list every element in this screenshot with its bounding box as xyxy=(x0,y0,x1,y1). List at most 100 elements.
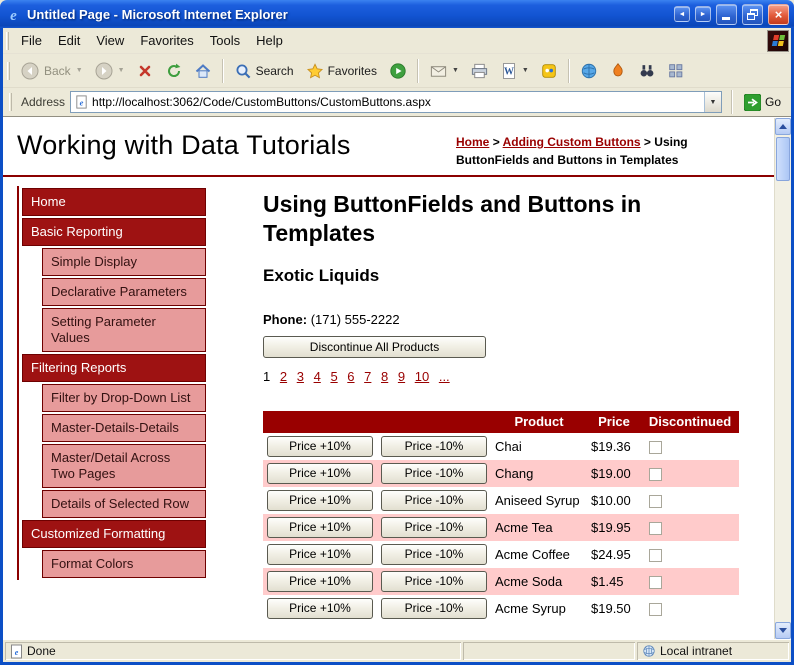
price-decrease-button[interactable]: Price -10% xyxy=(381,516,487,538)
address-dropdown-button[interactable]: ▼ xyxy=(703,92,721,112)
breadcrumb-link-section[interactable]: Adding Custom Buttons xyxy=(503,135,641,149)
price-increase-button[interactable]: Price +10% xyxy=(267,543,373,565)
table-row: Price +10% Price -10% Acme Tea $19.95 xyxy=(263,513,739,541)
toolbar-grip[interactable] xyxy=(9,93,12,111)
stop-button[interactable] xyxy=(131,59,159,83)
price-decrease-button[interactable]: Price -10% xyxy=(381,462,487,484)
menu-file[interactable]: File xyxy=(13,29,50,52)
titlebar-nav-forward-button[interactable]: ► xyxy=(695,6,711,22)
scrollbar-track[interactable] xyxy=(775,135,791,622)
research-button[interactable] xyxy=(604,59,632,83)
close-button[interactable]: × xyxy=(768,3,789,25)
pager-link[interactable]: 6 xyxy=(347,369,354,384)
price-increase-button[interactable]: Price +10% xyxy=(267,597,373,619)
pager-link[interactable]: 3 xyxy=(297,369,304,384)
minimize-button[interactable] xyxy=(716,3,737,25)
find-button[interactable] xyxy=(633,59,661,83)
breadcrumb-link-home[interactable]: Home xyxy=(456,135,489,149)
phone-value: (171) 555-2222 xyxy=(310,311,400,327)
sidebar-item-declarative-parameters[interactable]: Declarative Parameters xyxy=(42,278,206,306)
discontinued-checkbox[interactable] xyxy=(649,575,662,589)
pager-link[interactable]: 4 xyxy=(314,369,321,384)
price-increase-button[interactable]: Price +10% xyxy=(267,516,373,538)
print-button[interactable] xyxy=(465,59,494,83)
menu-tools[interactable]: Tools xyxy=(202,29,248,52)
pager-link[interactable]: 7 xyxy=(364,369,371,384)
address-input[interactable] xyxy=(89,93,704,111)
sidebar-item-simple-display[interactable]: Simple Display xyxy=(42,248,206,276)
menu-edit[interactable]: Edit xyxy=(50,29,88,52)
up-arrow-icon xyxy=(779,124,787,129)
pager-link[interactable]: 9 xyxy=(398,369,405,384)
discontinued-checkbox[interactable] xyxy=(649,602,662,616)
discontinued-checkbox[interactable] xyxy=(649,521,662,535)
product-cell: Acme Coffee xyxy=(495,546,570,562)
flame-icon xyxy=(613,62,623,76)
back-button[interactable]: Back ▼ xyxy=(15,58,88,84)
discontinued-checkbox[interactable] xyxy=(649,440,662,454)
intranet-zone-icon xyxy=(643,645,655,657)
price-increase-button[interactable]: Price +10% xyxy=(267,489,373,511)
price-cell: $19.95 xyxy=(591,519,631,535)
pager-link[interactable]: 5 xyxy=(330,369,337,384)
price-cell: $24.95 xyxy=(591,546,631,562)
pager-link[interactable]: 8 xyxy=(381,369,388,384)
pager-link[interactable]: 10 xyxy=(415,369,429,384)
sidebar-item-filter-by-dropdown-list[interactable]: Filter by Drop-Down List xyxy=(42,384,206,412)
price-decrease-button[interactable]: Price -10% xyxy=(381,435,487,457)
toolbar-separator xyxy=(416,58,419,83)
home-button[interactable] xyxy=(189,59,217,83)
discontinued-checkbox[interactable] xyxy=(649,467,662,481)
page-favicon: e xyxy=(76,95,87,109)
scroll-up-button[interactable] xyxy=(775,118,791,135)
media-button[interactable] xyxy=(384,59,412,83)
sidebar-item-home[interactable]: Home xyxy=(22,188,206,216)
vertical-scrollbar[interactable] xyxy=(774,118,791,639)
scroll-down-button[interactable] xyxy=(775,622,791,639)
toolbar-grip[interactable] xyxy=(7,61,10,80)
discontinue-all-button[interactable]: Discontinue All Products xyxy=(263,335,486,358)
refresh-button[interactable] xyxy=(160,59,188,83)
quick-links-button[interactable] xyxy=(662,59,690,83)
favorites-button[interactable]: Favorites xyxy=(301,59,383,83)
browser-viewport: Working with Data Tutorials Home > Addin… xyxy=(3,117,791,639)
sidebar-item-details-of-selected-row[interactable]: Details of Selected Row xyxy=(42,490,206,518)
titlebar-nav-back-button[interactable]: ◄ xyxy=(674,6,690,22)
price-cell: $19.50 xyxy=(591,600,631,616)
discontinued-checkbox[interactable] xyxy=(649,548,662,562)
go-button[interactable]: Go xyxy=(742,93,786,111)
menu-favorites[interactable]: Favorites xyxy=(132,29,201,52)
restore-button[interactable] xyxy=(742,3,763,25)
svg-text:W: W xyxy=(504,66,514,77)
pager-link[interactable]: 2 xyxy=(280,369,287,384)
discuss-button[interactable] xyxy=(575,59,603,83)
sidebar-item-master-detail-across-two-pages[interactable]: Master/Detail Across Two Pages xyxy=(42,444,206,488)
forward-button[interactable]: ▼ xyxy=(89,58,130,84)
edit-button[interactable]: W ▼ xyxy=(495,59,534,83)
price-decrease-button[interactable]: Price -10% xyxy=(381,489,487,511)
menu-help[interactable]: Help xyxy=(248,29,291,52)
price-decrease-button[interactable]: Price -10% xyxy=(381,570,487,592)
messenger-button[interactable] xyxy=(535,59,563,83)
price-decrease-button[interactable]: Price -10% xyxy=(381,597,487,619)
binoculars-icon xyxy=(640,64,654,76)
price-increase-button[interactable]: Price +10% xyxy=(267,435,373,457)
grid-header-empty xyxy=(377,410,491,433)
search-button[interactable]: Search xyxy=(229,59,300,83)
sidebar-item-setting-parameter-values[interactable]: Setting Parameter Values xyxy=(42,308,206,352)
price-increase-button[interactable]: Price +10% xyxy=(267,462,373,484)
pager-ellipsis-link[interactable]: ... xyxy=(439,369,450,384)
product-cell: Chai xyxy=(495,438,522,454)
sidebar-item-master-details-details[interactable]: Master-Details-Details xyxy=(42,414,206,442)
discontinued-checkbox[interactable] xyxy=(649,494,662,508)
price-increase-button[interactable]: Price +10% xyxy=(267,570,373,592)
menu-view[interactable]: View xyxy=(88,29,132,52)
price-decrease-button[interactable]: Price -10% xyxy=(381,543,487,565)
sidebar-item-filtering-reports[interactable]: Filtering Reports xyxy=(22,354,206,382)
sidebar-item-format-colors[interactable]: Format Colors xyxy=(42,550,206,578)
toolbar-grip[interactable] xyxy=(6,31,9,50)
sidebar-item-basic-reporting[interactable]: Basic Reporting xyxy=(22,218,206,246)
mail-button[interactable]: ▼ xyxy=(424,59,464,83)
sidebar-item-customized-formatting[interactable]: Customized Formatting xyxy=(22,520,206,548)
scrollbar-thumb[interactable] xyxy=(776,137,790,181)
